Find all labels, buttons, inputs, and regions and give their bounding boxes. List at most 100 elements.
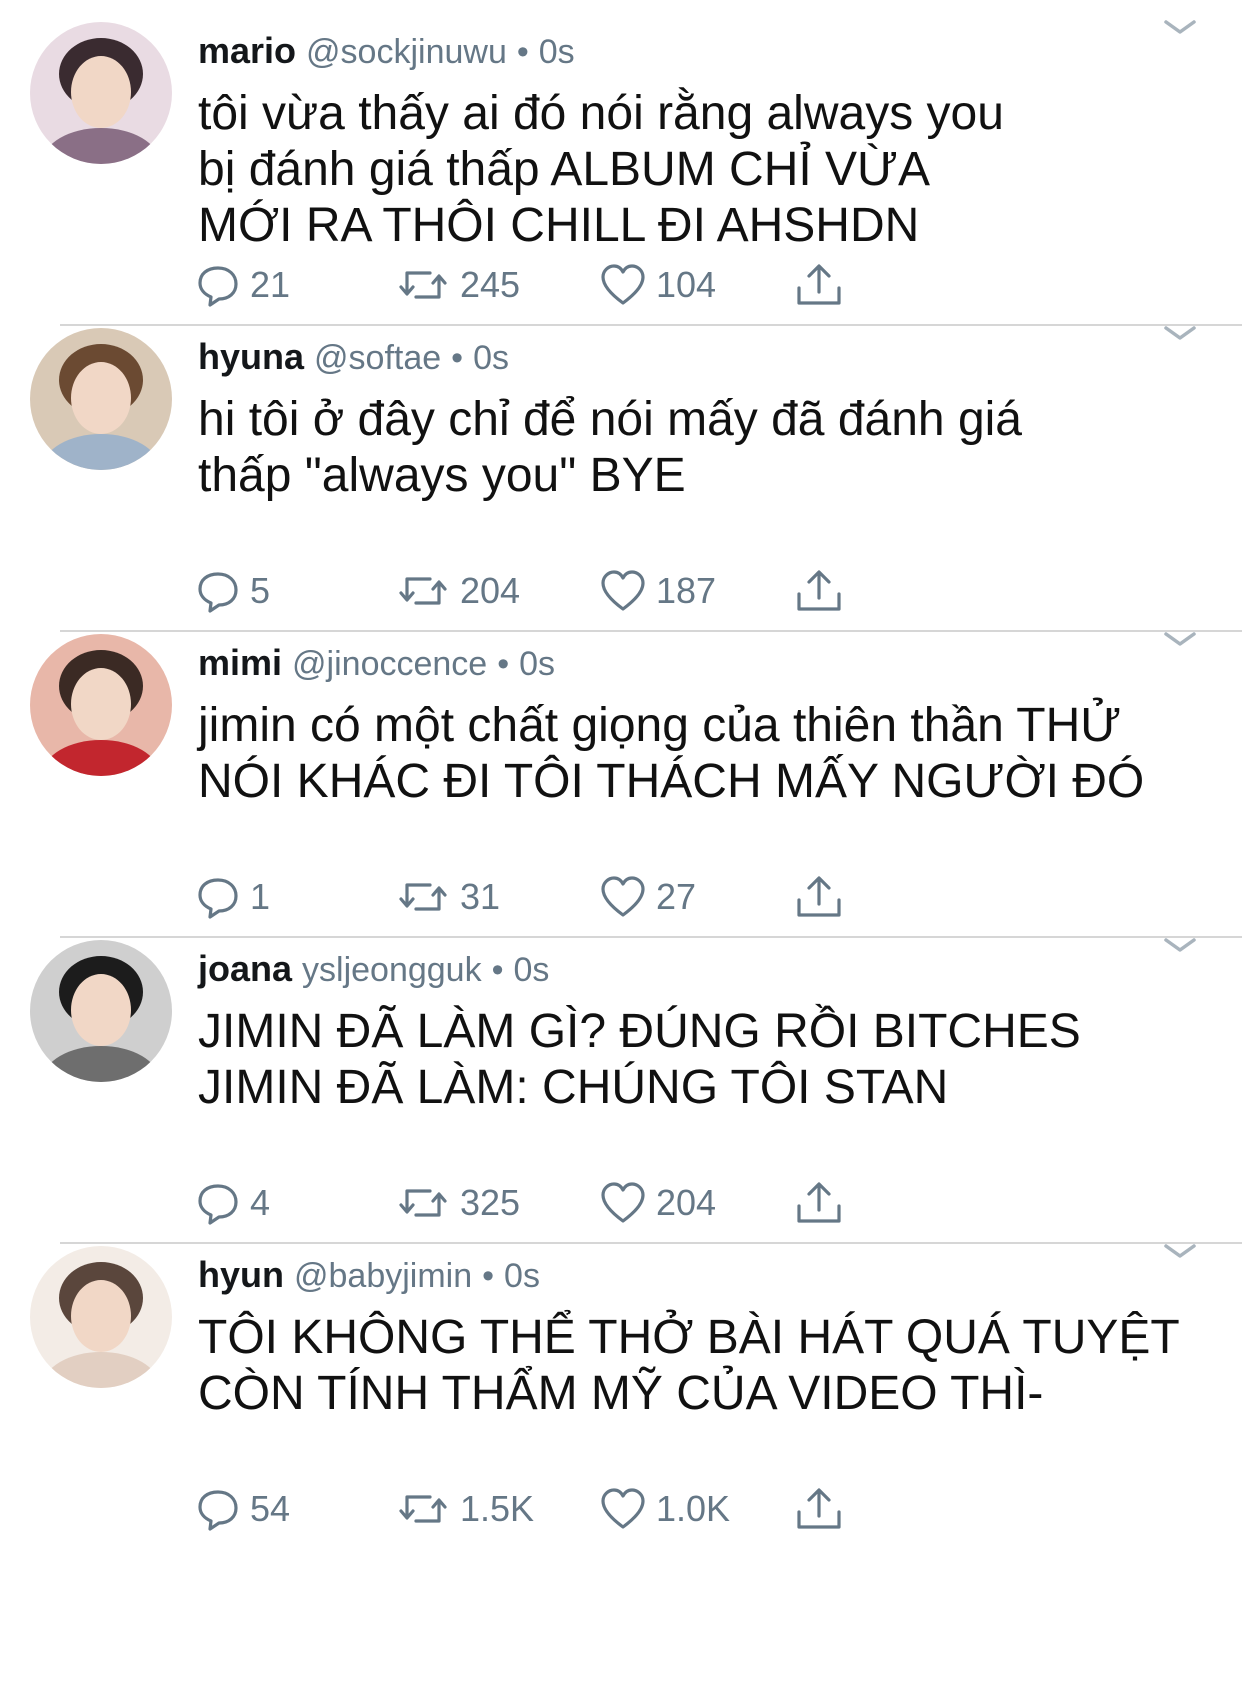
tweet[interactable]: joana ysljeongguk • 0s JIMIN ĐÃ LÀM GÌ? … xyxy=(0,918,1242,1244)
heart-icon xyxy=(600,569,646,613)
chevron-down-icon[interactable] xyxy=(1160,1236,1200,1266)
reply-icon xyxy=(196,263,240,307)
retweet-icon xyxy=(396,569,450,613)
heart-icon xyxy=(600,1181,646,1225)
tweet[interactable]: mimi @jinoccence • 0s jimin có một chất … xyxy=(0,612,1242,938)
like-count: 204 xyxy=(656,1182,717,1223)
display-name[interactable]: mimi xyxy=(198,642,282,684)
chevron-down-icon[interactable] xyxy=(1160,318,1200,348)
avatar[interactable] xyxy=(30,634,172,776)
user-handle[interactable]: ysljeongguk xyxy=(302,951,482,990)
separator-dot: • xyxy=(451,339,464,377)
separator-dot: • xyxy=(516,33,529,71)
share-icon xyxy=(794,1486,844,1532)
reply-icon xyxy=(196,569,240,613)
retweet-count: 1.5K xyxy=(460,1488,535,1529)
user-handle[interactable]: @jinoccence xyxy=(292,645,487,684)
tweet-text: TÔI KHÔNG THỂ THỞ BÀI HÁT QUÁ TUYỆT CÒN … xyxy=(198,1311,1180,1420)
reply-count: 54 xyxy=(250,1488,291,1529)
heart-icon xyxy=(600,263,646,307)
reply-count: 1 xyxy=(250,876,271,917)
retweet-button[interactable]: 325 xyxy=(396,1180,520,1226)
share-button[interactable] xyxy=(794,1180,844,1226)
display-name[interactable]: mario xyxy=(198,30,296,72)
chevron-down-icon[interactable] xyxy=(1160,930,1200,960)
reply-button[interactable]: 21 xyxy=(196,262,290,308)
tweet-time[interactable]: 0s xyxy=(514,951,550,990)
tweet-time[interactable]: 0s xyxy=(539,33,575,72)
retweet-icon xyxy=(396,1181,450,1225)
display-name[interactable]: hyuna xyxy=(198,336,304,378)
reply-button[interactable]: 5 xyxy=(196,568,270,614)
reply-icon xyxy=(196,1181,240,1225)
tweet-text: tôi vừa thấy ai đó nói rằng always you b… xyxy=(198,87,1004,252)
like-button[interactable]: 204 xyxy=(600,1180,716,1226)
display-name[interactable]: hyun xyxy=(198,1254,284,1296)
reply-count: 21 xyxy=(250,264,291,305)
like-count: 27 xyxy=(656,876,697,917)
tweet-actions: 5 204 187 xyxy=(196,568,876,614)
tweet-time[interactable]: 0s xyxy=(473,339,509,378)
tweet-actions: 4 325 204 xyxy=(196,1180,876,1226)
tweet-feed: mario @sockjinuwu • 0s tôi vừa thấy ai đ… xyxy=(0,0,1242,1683)
tweet-header: joana ysljeongguk • 0s xyxy=(198,948,549,998)
retweet-count: 204 xyxy=(460,570,521,611)
tweet-actions: 1 31 27 xyxy=(196,874,876,920)
like-button[interactable]: 104 xyxy=(600,262,716,308)
display-name[interactable]: joana xyxy=(198,948,292,990)
user-handle[interactable]: @softae xyxy=(314,339,441,378)
reply-button[interactable]: 1 xyxy=(196,874,270,920)
retweet-count: 31 xyxy=(460,876,501,917)
reply-icon xyxy=(196,875,240,919)
retweet-icon xyxy=(396,875,450,919)
retweet-count: 245 xyxy=(460,264,521,305)
retweet-icon xyxy=(396,1487,450,1531)
share-button[interactable] xyxy=(794,262,844,308)
retweet-icon xyxy=(396,263,450,307)
retweet-button[interactable]: 245 xyxy=(396,262,520,308)
reply-button[interactable]: 4 xyxy=(196,1180,270,1226)
tweet-header: mimi @jinoccence • 0s xyxy=(198,642,555,692)
reply-count: 5 xyxy=(250,570,271,611)
tweet-actions: 21 245 104 xyxy=(196,262,876,308)
heart-icon xyxy=(600,1487,646,1531)
tweet-header: hyuna @softae • 0s xyxy=(198,336,509,386)
reply-button[interactable]: 54 xyxy=(196,1486,290,1532)
share-icon xyxy=(794,874,844,920)
retweet-button[interactable]: 204 xyxy=(396,568,520,614)
retweet-button[interactable]: 1.5K xyxy=(396,1486,534,1532)
like-count: 1.0K xyxy=(656,1488,731,1529)
retweet-button[interactable]: 31 xyxy=(396,874,500,920)
like-button[interactable]: 1.0K xyxy=(600,1486,730,1532)
avatar[interactable] xyxy=(30,940,172,1082)
tweet-text: hi tôi ở đây chỉ để nói mấy đã đánh giá … xyxy=(198,393,1022,502)
share-button[interactable] xyxy=(794,1486,844,1532)
like-button[interactable]: 187 xyxy=(600,568,716,614)
tweet-text: JIMIN ĐÃ LÀM GÌ? ĐÚNG RỒI BITCHES JIMIN … xyxy=(198,1005,1081,1114)
tweet[interactable]: mario @sockjinuwu • 0s tôi vừa thấy ai đ… xyxy=(0,0,1242,326)
user-handle[interactable]: @sockjinuwu xyxy=(306,33,507,72)
avatar[interactable] xyxy=(30,328,172,470)
tweet-time[interactable]: 0s xyxy=(519,645,555,684)
like-count: 104 xyxy=(656,264,717,305)
like-count: 187 xyxy=(656,570,717,611)
chevron-down-icon[interactable] xyxy=(1160,624,1200,654)
avatar[interactable] xyxy=(30,1246,172,1388)
share-icon xyxy=(794,568,844,614)
user-handle[interactable]: @babyjimin xyxy=(294,1257,472,1296)
like-button[interactable]: 27 xyxy=(600,874,696,920)
tweet-time[interactable]: 0s xyxy=(504,1257,540,1296)
reply-icon xyxy=(196,1487,240,1531)
separator-dot: • xyxy=(482,1257,495,1295)
share-icon xyxy=(794,1180,844,1226)
separator-dot: • xyxy=(491,951,504,989)
tweet[interactable]: hyuna @softae • 0s hi tôi ở đây chỉ để n… xyxy=(0,306,1242,632)
share-button[interactable] xyxy=(794,568,844,614)
separator-dot: • xyxy=(497,645,510,683)
share-icon xyxy=(794,262,844,308)
share-button[interactable] xyxy=(794,874,844,920)
avatar[interactable] xyxy=(30,22,172,164)
heart-icon xyxy=(600,875,646,919)
chevron-down-icon[interactable] xyxy=(1160,12,1200,42)
tweet[interactable]: hyun @babyjimin • 0s TÔI KHÔNG THỂ THỞ B… xyxy=(0,1224,1242,1550)
